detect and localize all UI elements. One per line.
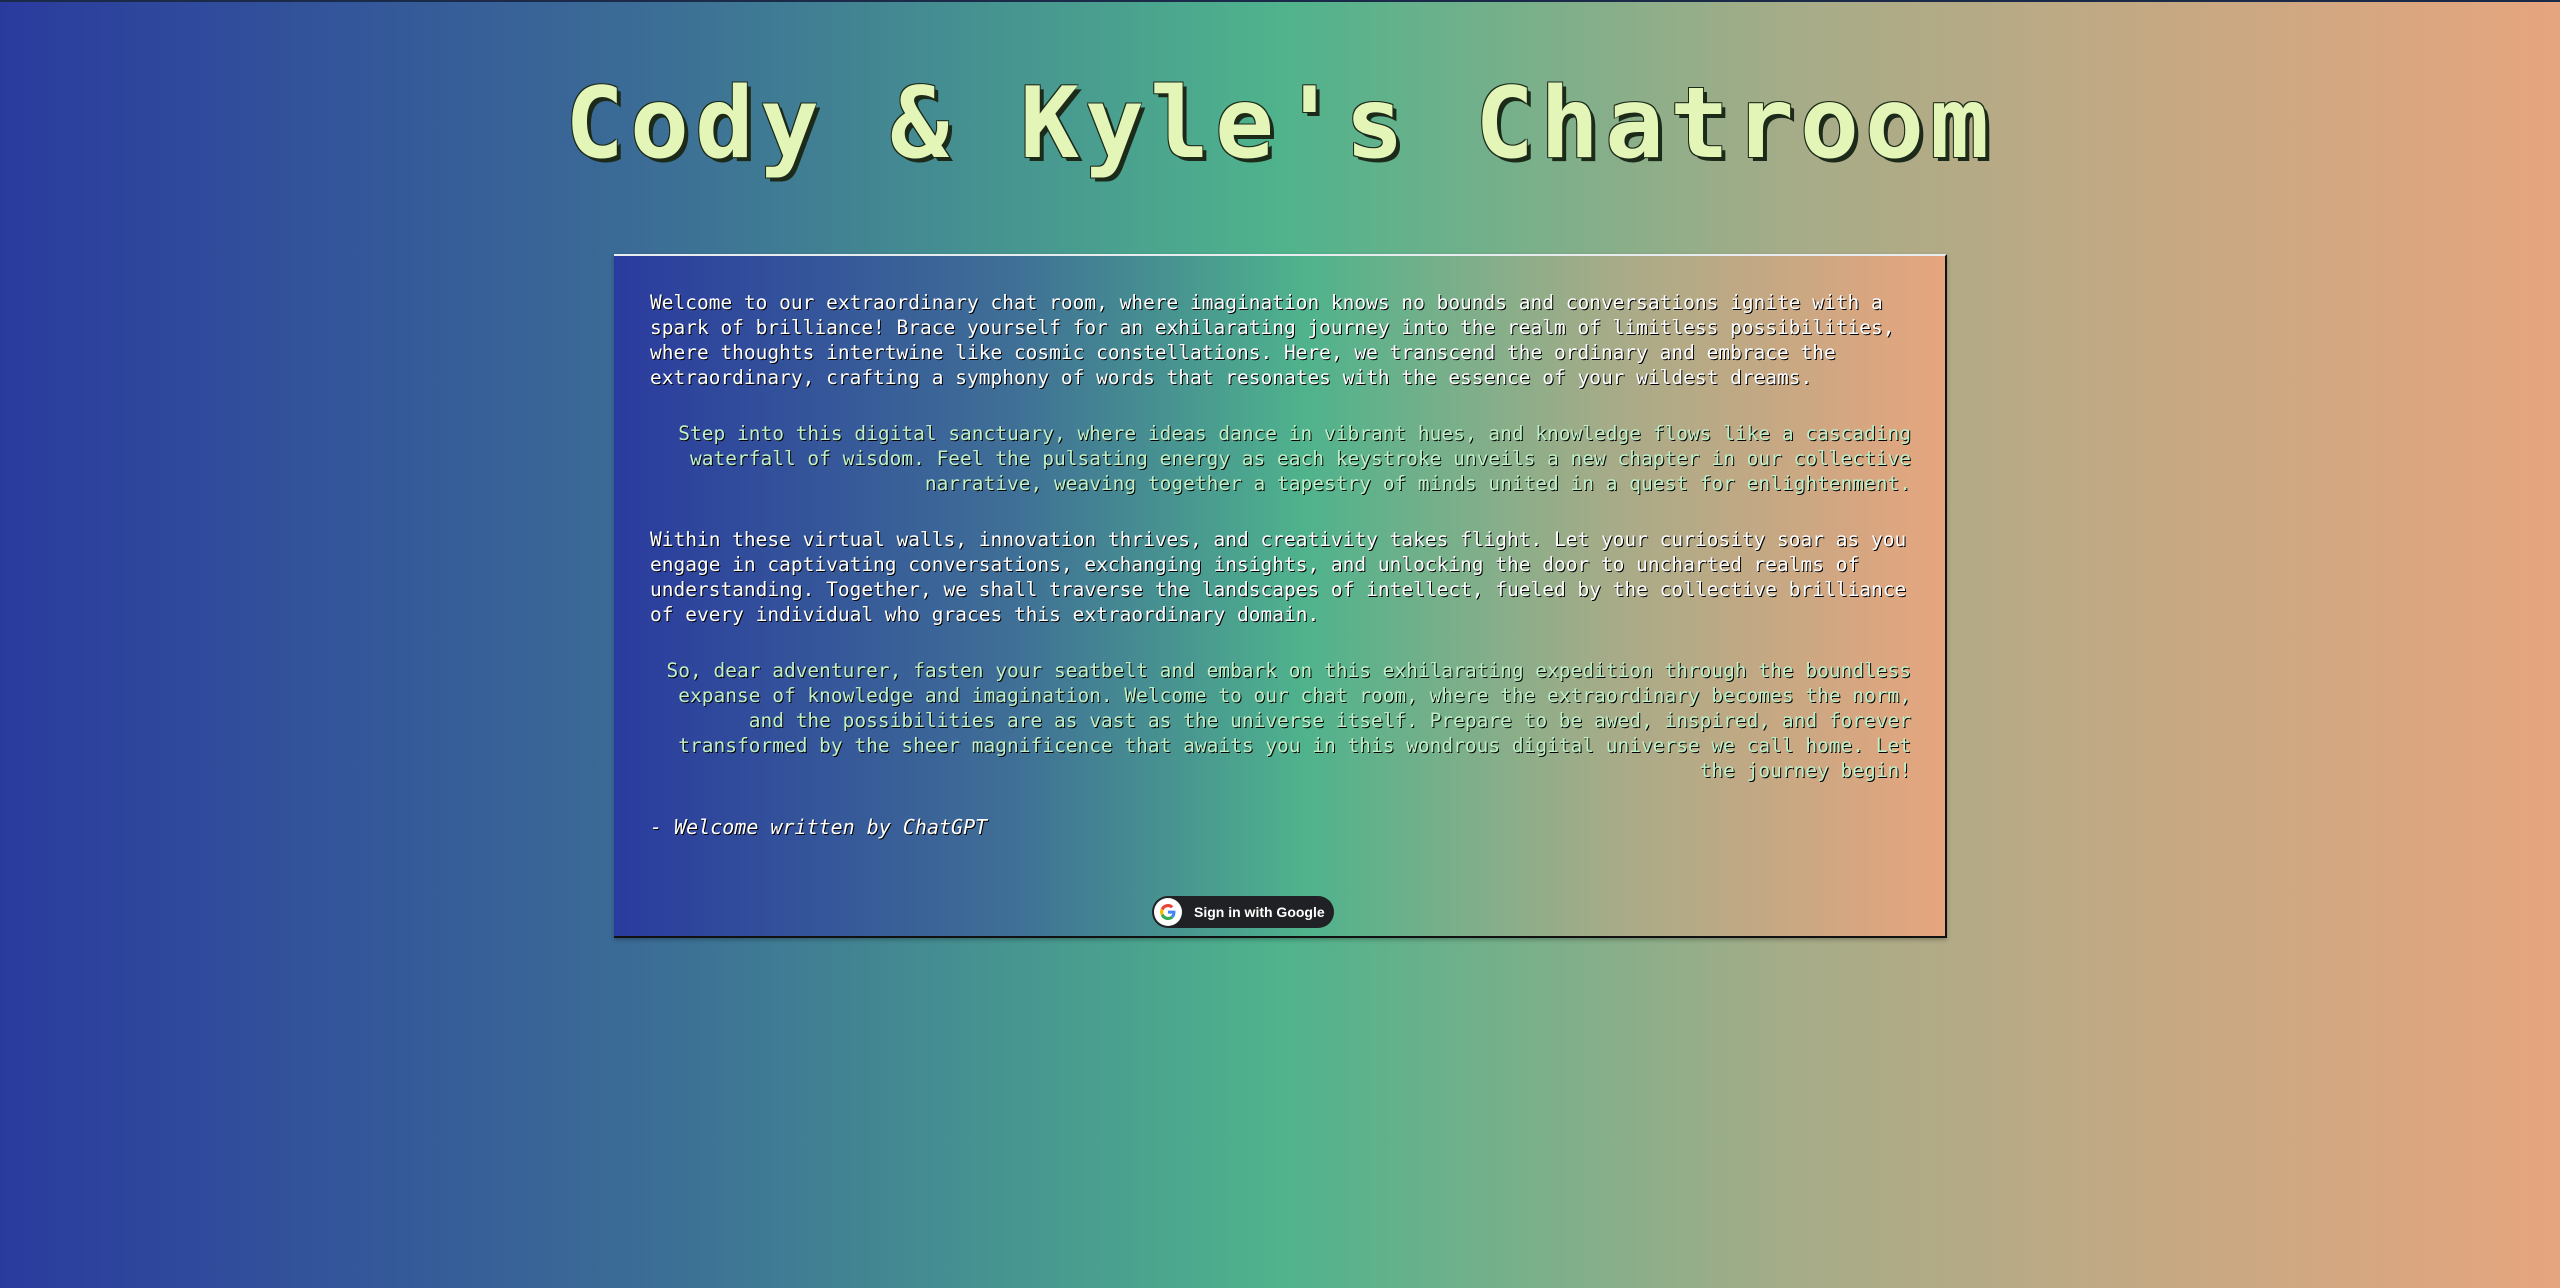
welcome-paragraph-4: So, dear adventurer, fasten your seatbel…: [666, 659, 1911, 782]
welcome-paragraph-3: Within these virtual walls, innovation t…: [650, 528, 1907, 626]
welcome-signature: - Welcome written by ChatGPT: [650, 815, 988, 839]
google-g-icon: [1154, 898, 1182, 926]
sign-in-with-google-label: Sign in with Google: [1194, 904, 1325, 920]
welcome-paragraph-1: Welcome to our extraordinary chat room, …: [650, 291, 1895, 389]
sign-in-with-google-button[interactable]: Sign in with Google: [1152, 896, 1334, 928]
top-border: [0, 0, 2560, 2]
page-title: Cody & Kyle's Chatroom: [564, 67, 1996, 181]
welcome-card: Welcome to our extraordinary chat room, …: [614, 254, 1947, 938]
welcome-paragraph-2: Step into this digital sanctuary, where …: [678, 422, 1911, 495]
